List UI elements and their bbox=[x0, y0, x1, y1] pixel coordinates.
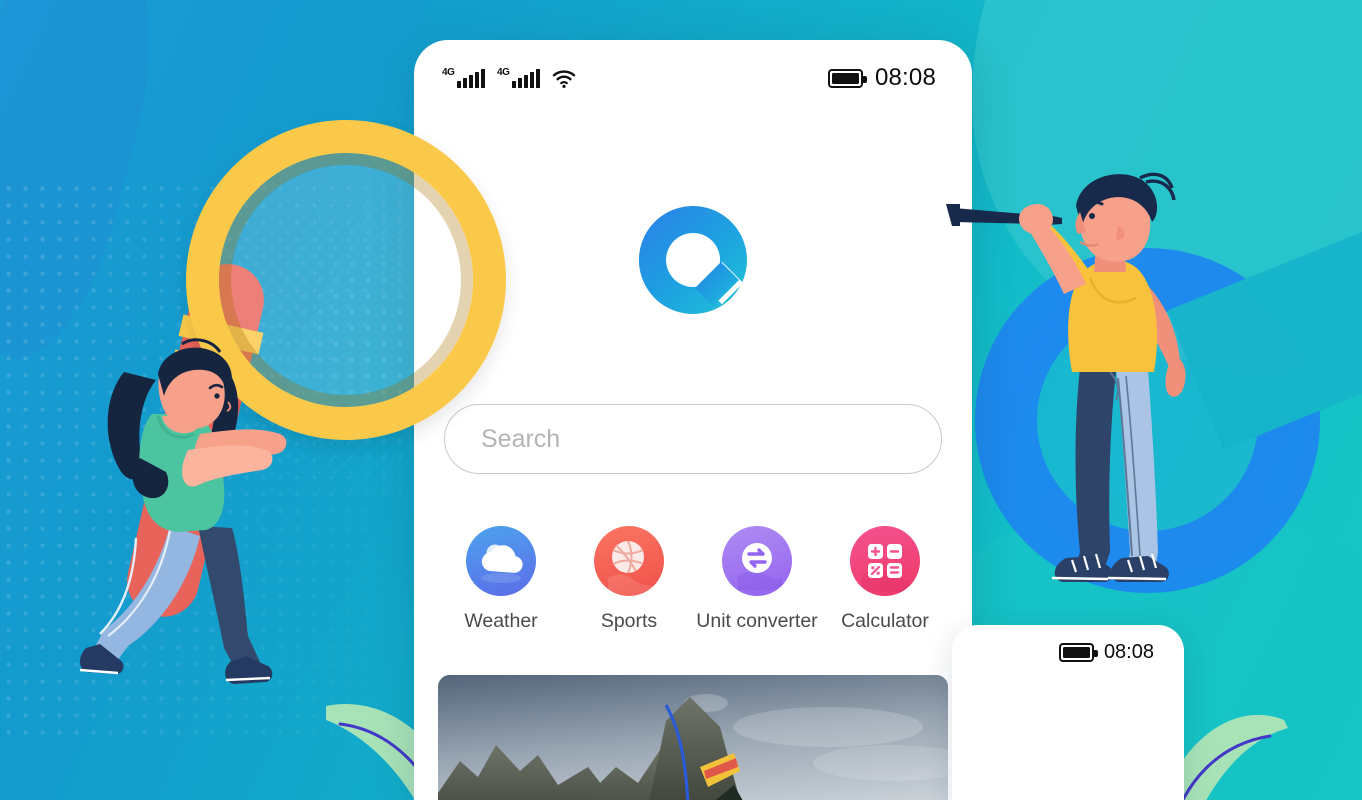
weather-cloud-icon[interactable] bbox=[466, 526, 536, 596]
shortcut-label: Weather bbox=[464, 610, 538, 632]
shortcut-weather[interactable]: Weather bbox=[438, 526, 564, 633]
woman-pushing-magnifier-illustration bbox=[78, 330, 338, 730]
secondary-phone-statusbar: 08:08 bbox=[952, 625, 1184, 664]
signal-bars-sim1-icon: 4G bbox=[442, 66, 485, 88]
secondary-phone-clock: 08:08 bbox=[1103, 641, 1154, 663]
signal-bars-sim2-icon: 4G bbox=[497, 66, 540, 88]
shortcut-label: Sports bbox=[600, 610, 658, 632]
wifi-icon bbox=[552, 69, 576, 88]
statusbar-left-group: 4G 4G bbox=[442, 66, 576, 88]
battery-full-icon bbox=[1058, 643, 1098, 662]
karst-mountain-photo-card[interactable] bbox=[438, 675, 948, 800]
phone-clock: 08:08 bbox=[874, 64, 936, 91]
search-bar[interactable] bbox=[444, 404, 942, 474]
network-type-label-sim2: 4G bbox=[497, 66, 510, 78]
shortcut-label: Calculator bbox=[841, 610, 929, 632]
battery-full-icon bbox=[827, 68, 867, 88]
phone-statusbar: 4G 4G 08:08 bbox=[414, 40, 972, 102]
content-card-section bbox=[414, 675, 972, 800]
shortcut-unit-converter[interactable]: Unit converter bbox=[694, 526, 820, 633]
app-logo-q-ring bbox=[638, 206, 747, 314]
statusbar-right-group: 08:08 bbox=[827, 64, 936, 92]
sports-basketball-icon[interactable] bbox=[594, 526, 664, 596]
shortcut-sports[interactable]: Sports bbox=[566, 526, 692, 633]
calculator-grid-icon[interactable] bbox=[850, 526, 920, 596]
mountain-photo-graphic bbox=[438, 675, 948, 800]
shortcut-label: Unit converter bbox=[696, 610, 818, 632]
network-type-label-sim1: 4G bbox=[442, 66, 455, 78]
shortcut-calculator[interactable]: Calculator bbox=[822, 526, 948, 633]
shortcut-row: Weather Sports Unit converter Calculator bbox=[414, 526, 972, 633]
secondary-phone-mockup: 08:08 bbox=[952, 625, 1184, 800]
search-input[interactable] bbox=[481, 424, 905, 454]
unit-converter-arrows-icon[interactable] bbox=[722, 526, 792, 596]
man-with-telescope-illustration bbox=[940, 160, 1240, 600]
